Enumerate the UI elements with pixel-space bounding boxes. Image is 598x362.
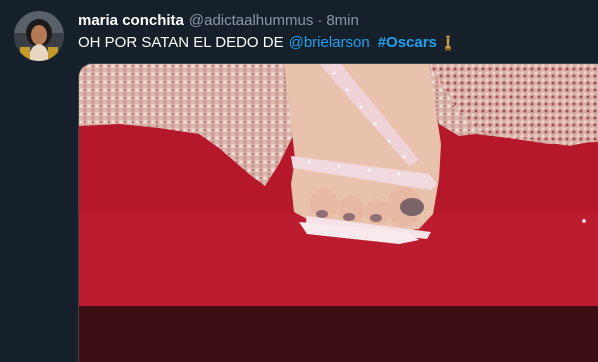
avatar[interactable]: [14, 11, 64, 61]
avatar-image: [14, 11, 64, 61]
oscar-statuette-icon: [444, 35, 452, 51]
mention-link[interactable]: @brielarson: [289, 33, 370, 53]
hashtag-link[interactable]: #Oscars: [378, 33, 437, 53]
tweet-media-image[interactable]: [78, 63, 598, 362]
separator-dot: ·: [317, 12, 323, 29]
timestamp[interactable]: 8min: [326, 11, 359, 31]
user-handle[interactable]: @adictaalhummus: [189, 11, 313, 31]
tweet-header: maria conchita @adictaalhummus · 8min: [78, 11, 359, 31]
tweet[interactable]: maria conchita @adictaalhummus · 8min OH…: [0, 0, 598, 362]
tweet-body-text: OH POR SATAN EL DEDO DE: [78, 34, 284, 51]
photo-foot-on-red-carpet: [79, 64, 598, 362]
display-name[interactable]: maria conchita: [78, 11, 184, 31]
tweet-text: OH POR SATAN EL DEDO DE @brielarson #Osc…: [78, 33, 452, 53]
